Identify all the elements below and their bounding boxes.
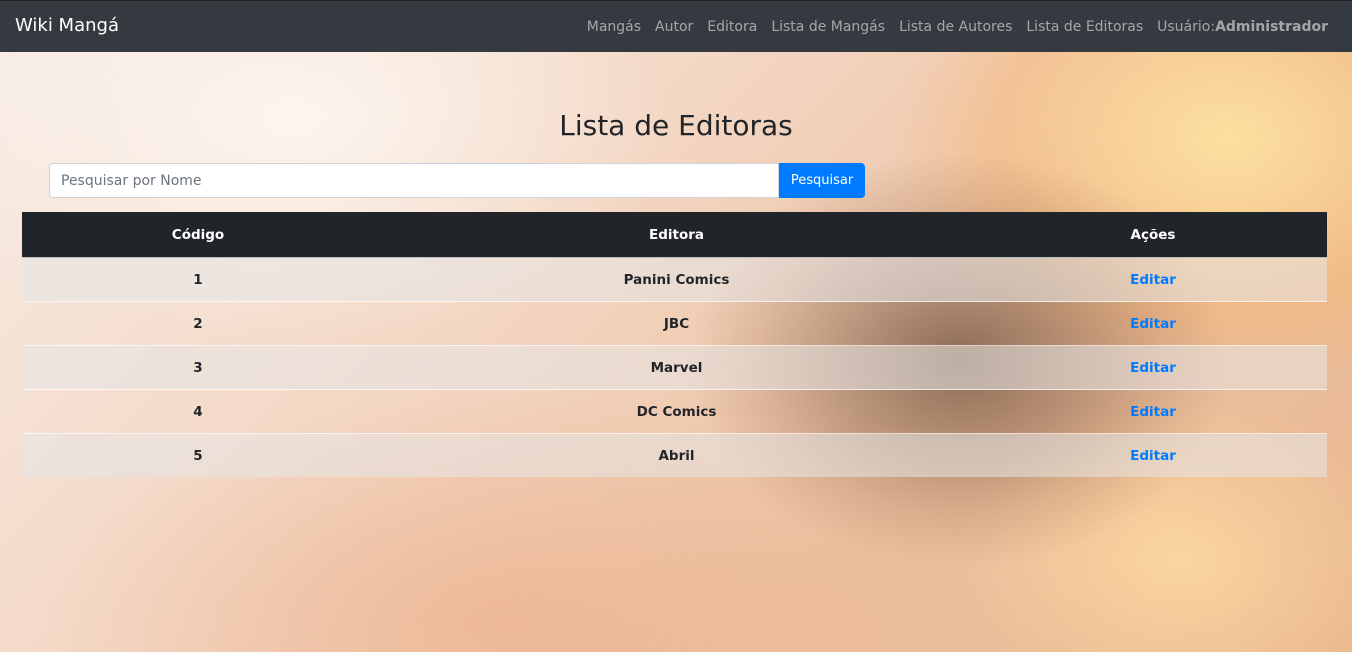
edit-link[interactable]: Editar (1130, 448, 1176, 464)
cell-code: 2 (22, 301, 374, 346)
cell-publisher: Marvel (374, 345, 979, 390)
publishers-table-wrapper: Código Editora Ações 1 Panini Comics Edi… (22, 212, 1327, 477)
table-row: 2 JBC Editar (22, 301, 1327, 346)
cell-code: 1 (22, 257, 374, 302)
search-button[interactable]: Pesquisar (779, 163, 865, 198)
table-row: 3 Marvel Editar (22, 345, 1327, 390)
cell-publisher: Abril (374, 433, 979, 477)
nav-link-mangas[interactable]: Mangás (587, 17, 641, 37)
navbar: Wiki Mangá Mangás Autor Editora Lista de… (0, 0, 1352, 52)
nav-link-autor[interactable]: Autor (655, 17, 693, 37)
search-form: Pesquisar (49, 163, 865, 198)
cell-actions: Editar (979, 345, 1327, 390)
header-code: Código (22, 212, 374, 258)
cell-actions: Editar (979, 389, 1327, 434)
brand-link[interactable]: Wiki Mangá (15, 14, 119, 38)
table-body: 1 Panini Comics Editar 2 JBC Editar 3 Ma… (22, 257, 1327, 477)
cell-publisher: JBC (374, 301, 979, 346)
table-row: 1 Panini Comics Editar (22, 257, 1327, 302)
nav-link-editora[interactable]: Editora (707, 17, 757, 37)
cell-publisher: Panini Comics (374, 257, 979, 302)
user-indicator: Usuário:Administrador (1157, 17, 1328, 37)
user-prefix: Usuário: (1157, 19, 1216, 35)
table-header-row: Código Editora Ações (22, 212, 1327, 258)
header-actions: Ações (979, 212, 1327, 258)
cell-code: 4 (22, 389, 374, 434)
edit-link[interactable]: Editar (1130, 316, 1176, 332)
cell-code: 3 (22, 345, 374, 390)
edit-link[interactable]: Editar (1130, 272, 1176, 288)
cell-actions: Editar (979, 257, 1327, 302)
edit-link[interactable]: Editar (1130, 360, 1176, 376)
header-publisher: Editora (374, 212, 979, 258)
search-input[interactable] (49, 163, 779, 198)
nav-links: Mangás Autor Editora Lista de Mangás Lis… (587, 17, 1328, 37)
table-header: Código Editora Ações (22, 212, 1327, 258)
page-title: Lista de Editoras (559, 109, 793, 142)
cell-actions: Editar (979, 433, 1327, 477)
table-row: 4 DC Comics Editar (22, 389, 1327, 434)
edit-link[interactable]: Editar (1130, 404, 1176, 420)
cell-code: 5 (22, 433, 374, 477)
cell-publisher: DC Comics (374, 389, 979, 434)
publishers-table: Código Editora Ações 1 Panini Comics Edi… (22, 212, 1327, 477)
table-row: 5 Abril Editar (22, 433, 1327, 477)
user-name: Administrador (1215, 19, 1328, 35)
nav-link-lista-mangas[interactable]: Lista de Mangás (771, 17, 885, 37)
cell-actions: Editar (979, 301, 1327, 346)
nav-link-lista-editoras[interactable]: Lista de Editoras (1026, 17, 1143, 37)
nav-link-lista-autores[interactable]: Lista de Autores (899, 17, 1012, 37)
